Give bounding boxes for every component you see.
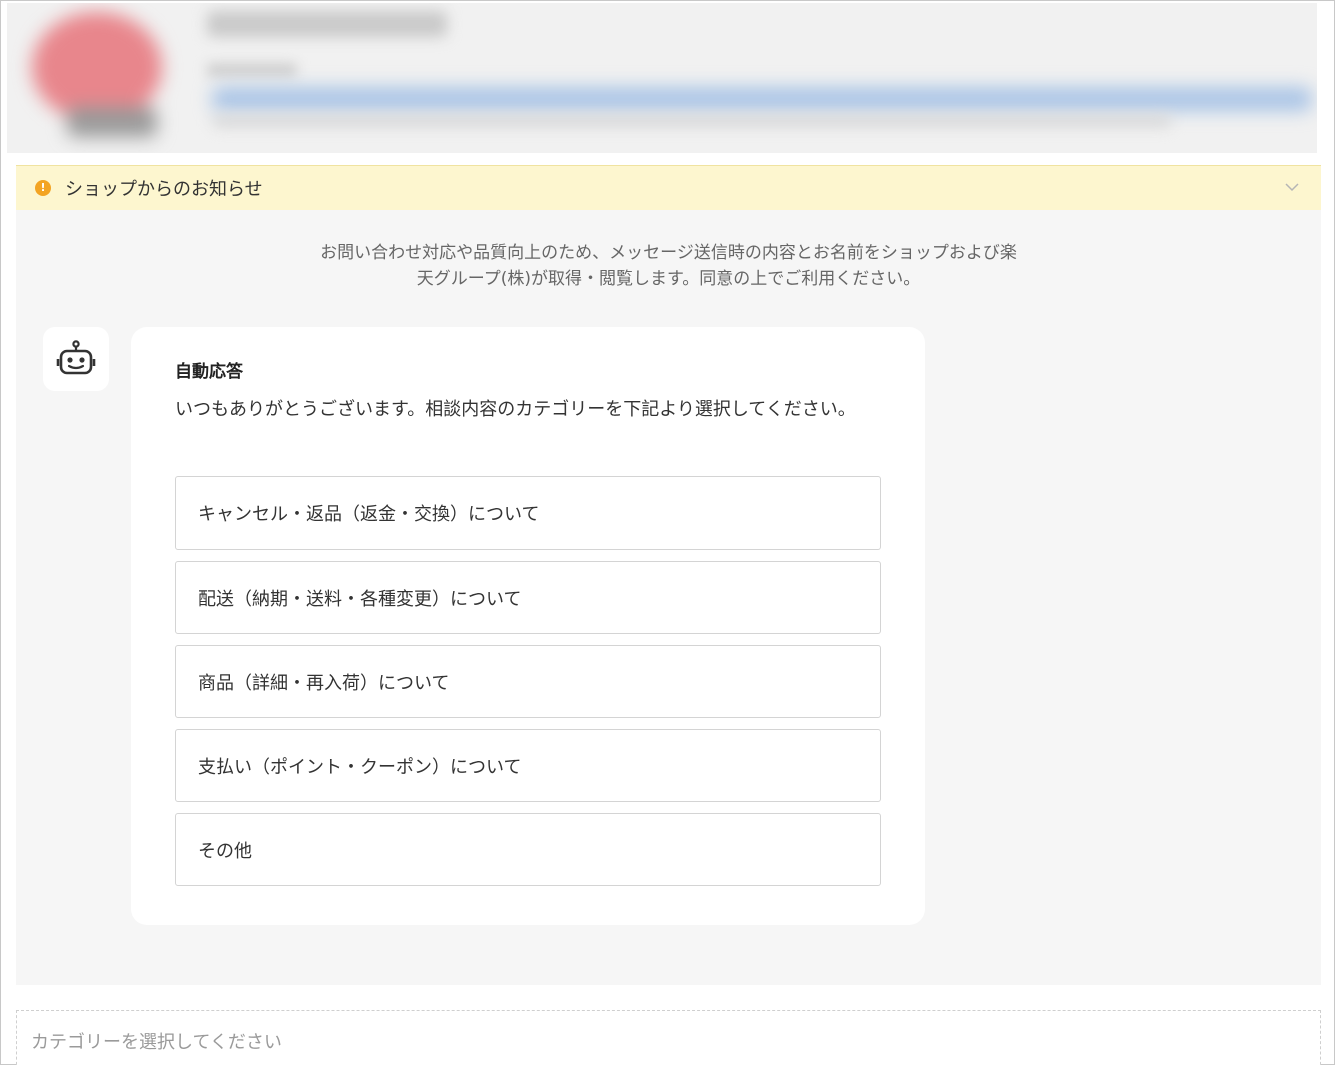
category-option-cancel-return[interactable]: キャンセル・返品（返金・交換）について bbox=[175, 476, 881, 550]
bot-message-bubble: 自動応答 いつもありがとうございます。相談内容のカテゴリーを下記より選択してくだ… bbox=[131, 327, 925, 925]
shop-header bbox=[7, 3, 1317, 153]
bot-message-title: 自動応答 bbox=[175, 362, 243, 382]
shop-links-blurred bbox=[212, 87, 1312, 111]
message-input-area bbox=[16, 1010, 1321, 1065]
message-input[interactable] bbox=[31, 1027, 1301, 1057]
shop-subtitle-blurred bbox=[207, 63, 297, 77]
shop-links-blurred-secondary bbox=[212, 115, 1172, 127]
consent-line-1: お問い合わせ対応や品質向上のため、メッセージ送信時の内容とお名前をショップおよび… bbox=[320, 243, 1017, 263]
chevron-down-icon[interactable] bbox=[1283, 178, 1301, 196]
category-option-shipping[interactable]: 配送（納期・送料・各種変更）について bbox=[175, 561, 881, 634]
shop-name-blurred bbox=[207, 11, 447, 37]
chat-messages-area: お問い合わせ対応や品質向上のため、メッセージ送信時の内容とお名前をショップおよび… bbox=[16, 210, 1321, 985]
bot-message-text: いつもありがとうございます。相談内容のカテゴリーを下記より選択してください。 bbox=[175, 399, 856, 420]
category-option-other[interactable]: その他 bbox=[175, 813, 881, 886]
chat-window: ! ショップからのお知らせ お問い合わせ対応や品質向上のため、メッセージ送信時の… bbox=[0, 0, 1335, 1065]
category-option-product[interactable]: 商品（詳細・再入荷）について bbox=[175, 645, 881, 718]
robot-icon bbox=[56, 340, 96, 375]
shop-notice-bar[interactable]: ! ショップからのお知らせ bbox=[16, 165, 1321, 210]
notice-title: ショップからのお知らせ bbox=[65, 179, 263, 200]
category-options: キャンセル・返品（返金・交換）について 配送（納期・送料・各種変更）について 商… bbox=[175, 476, 881, 897]
shop-logo bbox=[17, 7, 167, 147]
category-option-payment[interactable]: 支払い（ポイント・クーポン）について bbox=[175, 729, 881, 802]
info-icon: ! bbox=[35, 180, 51, 196]
consent-notice: お問い合わせ対応や品質向上のため、メッセージ送信時の内容とお名前をショップおよび… bbox=[1, 240, 1335, 292]
consent-line-2: 天グループ(株)が取得・閲覧します。同意の上でご利用ください。 bbox=[416, 269, 921, 289]
bot-avatar bbox=[43, 327, 109, 391]
